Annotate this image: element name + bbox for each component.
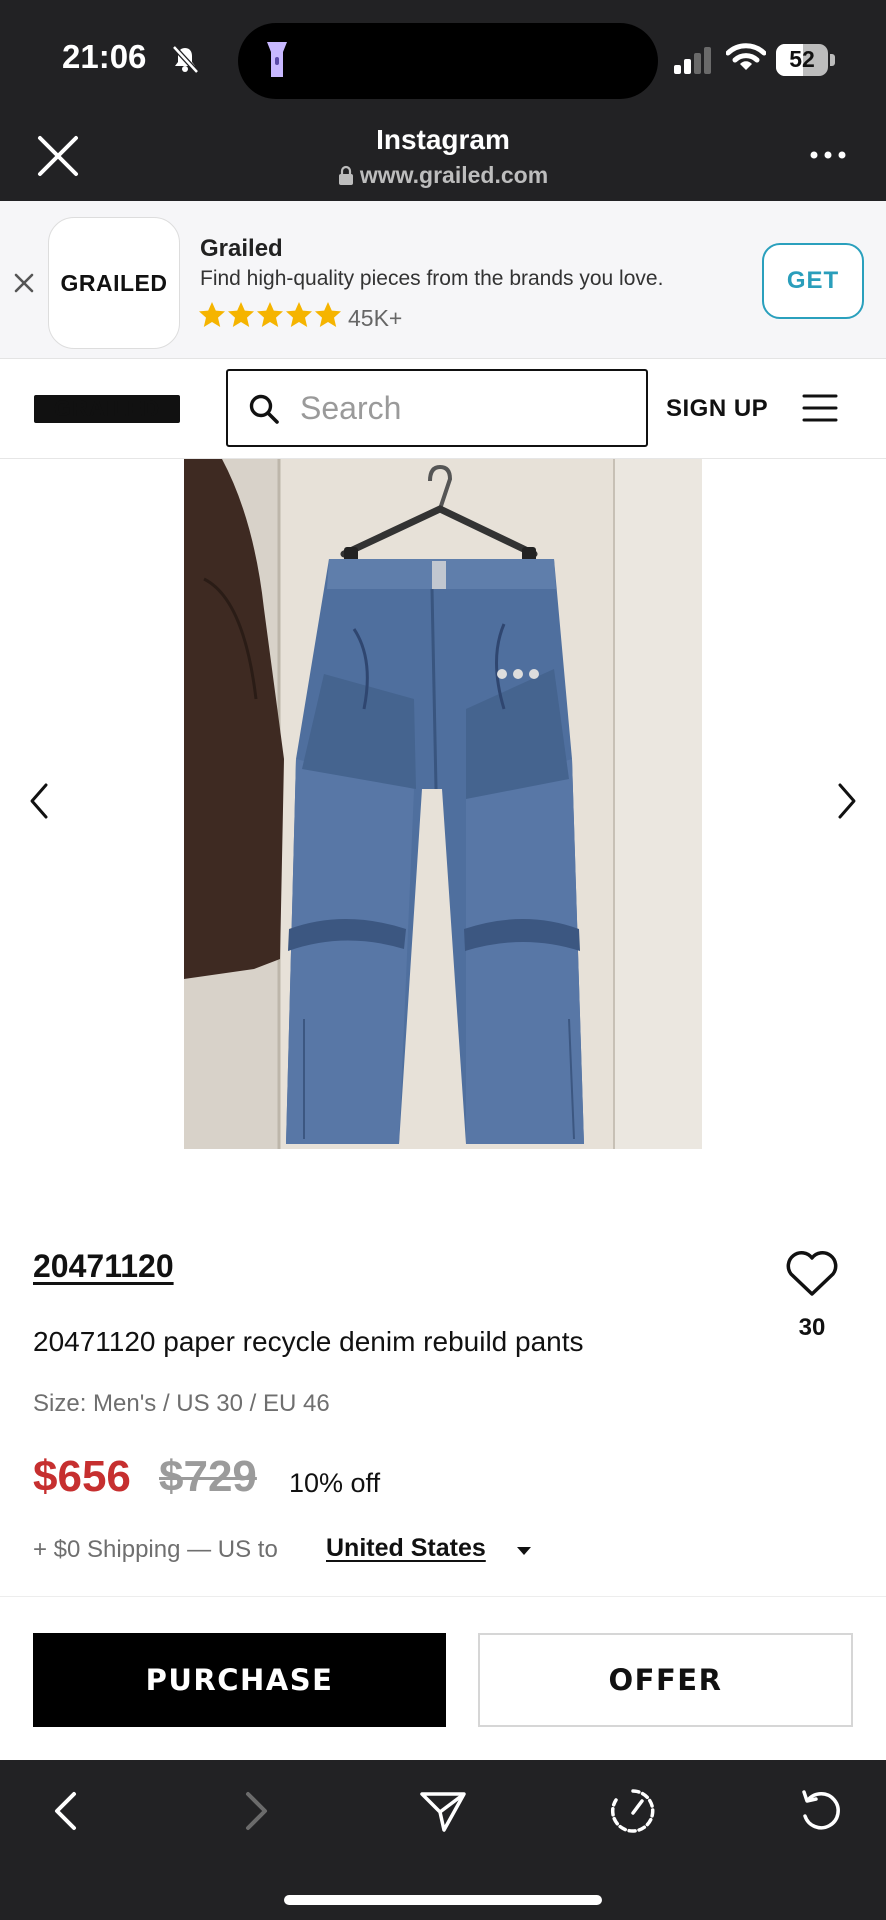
forward-icon[interactable] [230, 1786, 280, 1836]
hamburger-menu-icon[interactable] [802, 393, 838, 423]
browser-url[interactable]: www.grailed.com [0, 162, 886, 189]
current-price: $656 [33, 1452, 131, 1501]
search-icon [249, 394, 279, 424]
star-icon [315, 302, 341, 327]
chevron-right-icon[interactable] [830, 781, 860, 821]
offer-button[interactable]: OFFER [478, 1633, 853, 1727]
rating-count: 45K+ [348, 305, 403, 331]
site-logo[interactable]: GRAILED [34, 395, 180, 423]
star-icon [286, 302, 312, 327]
denim-pants-image [184, 459, 702, 1149]
chevron-left-icon[interactable] [26, 781, 56, 821]
app-icon[interactable]: GRAILED [48, 217, 180, 349]
lock-icon [338, 165, 353, 185]
more-icon[interactable] [808, 147, 848, 163]
search-box[interactable] [226, 369, 648, 447]
wifi-icon [726, 43, 766, 70]
discount-label: 10% off [289, 1468, 381, 1498]
app-install-banner: GRAILED Grailed Find high-quality pieces… [0, 201, 886, 359]
sign-up-link[interactable]: SIGN UP [666, 395, 768, 423]
browser-url-text: www.grailed.com [359, 162, 549, 188]
site-header: GRAILED SIGN UP [0, 359, 886, 459]
flashlight-icon [267, 42, 287, 77]
speed-icon[interactable] [608, 1786, 658, 1836]
battery-icon: 52 [776, 44, 836, 76]
original-price: $729 [159, 1452, 257, 1501]
star-icon [257, 302, 283, 327]
shipping-info: + $0 Shipping — US to [33, 1536, 278, 1563]
search-input[interactable] [300, 385, 630, 431]
cellular-signal-icon [674, 47, 711, 74]
product-size: Size: Men's / US 30 / EU 46 [33, 1390, 330, 1417]
product-title: 20471120 paper recycle denim rebuild pan… [33, 1326, 584, 1357]
share-icon[interactable] [418, 1786, 468, 1836]
purchase-button[interactable]: PURCHASE [33, 1633, 446, 1727]
app-icon-text: GRAILED [60, 269, 168, 296]
caret-down-icon[interactable] [516, 1546, 532, 1556]
product-image-carousel[interactable] [0, 459, 886, 1149]
reload-icon[interactable] [796, 1786, 846, 1836]
banner-close-icon[interactable] [12, 271, 36, 295]
status-time: 21:06 [62, 38, 147, 75]
back-icon[interactable] [42, 1786, 92, 1836]
action-bar: PURCHASE OFFER [0, 1596, 886, 1760]
shipping-country-select[interactable]: United States [326, 1534, 486, 1563]
star-icon [199, 302, 225, 327]
heart-icon[interactable] [784, 1250, 840, 1298]
star-icon [228, 302, 254, 327]
product-photo[interactable] [184, 459, 702, 1149]
brand-link[interactable]: 20471120 [33, 1248, 174, 1285]
get-app-button[interactable]: GET [762, 243, 864, 319]
dynamic-island [238, 23, 658, 99]
app-name: Grailed [200, 235, 283, 262]
battery-level: 52 [789, 46, 815, 72]
bell-slash-icon [172, 45, 199, 74]
browser-title: Instagram [376, 124, 510, 155]
like-count: 30 [798, 1314, 826, 1341]
rating-stars [198, 301, 342, 331]
site-logo-text: GRAILED [54, 396, 160, 421]
home-indicator[interactable] [284, 1895, 602, 1905]
app-description: Find high-quality pieces from the brands… [200, 267, 664, 290]
